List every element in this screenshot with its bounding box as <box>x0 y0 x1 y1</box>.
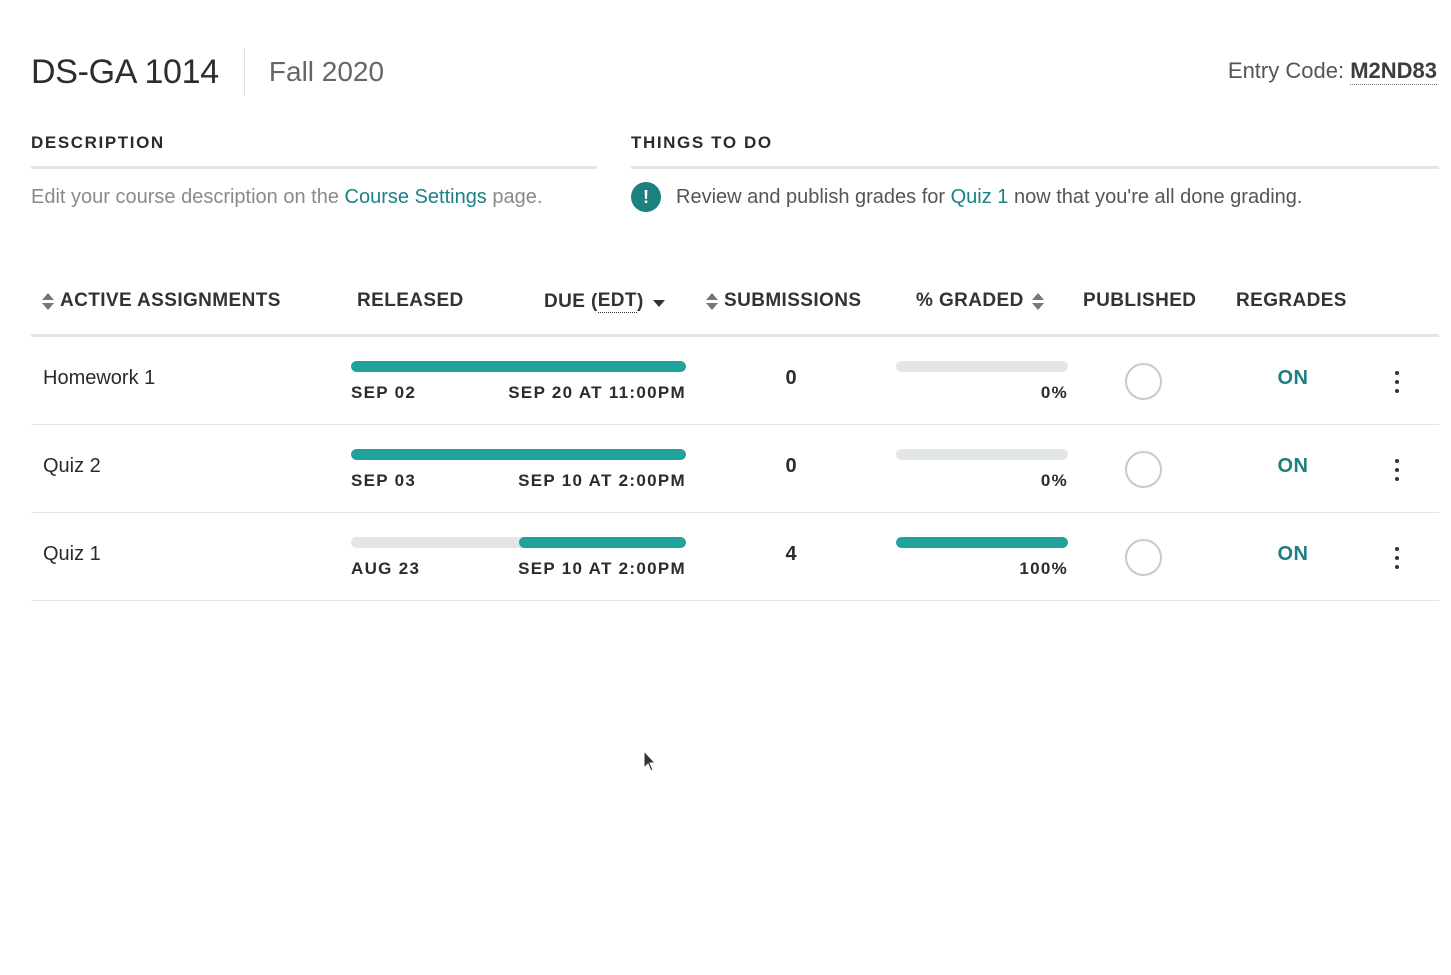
todo-text-after: now that you're all done grading. <box>1008 185 1303 208</box>
entry-code-value[interactable]: M2ND83 <box>1350 58 1437 85</box>
column-header-due[interactable]: DUE (EDT) <box>544 290 665 313</box>
todo-text: Review and publish grades for Quiz 1 now… <box>676 186 1302 209</box>
assignment-name[interactable]: Quiz 2 <box>43 455 101 478</box>
timeline-bar <box>351 537 686 548</box>
sort-desc-icon <box>652 299 665 307</box>
todo-rule <box>631 166 1439 169</box>
table-row[interactable]: Homework 1 SEP 02 SEP 20 AT 11:00PM 0 0%… <box>31 337 1439 425</box>
graded-progress-bar <box>896 449 1068 460</box>
graded-progress-fill <box>896 537 1068 548</box>
column-label-released: RELEASED <box>357 290 464 311</box>
submission-count[interactable]: 4 <box>771 543 811 566</box>
publish-toggle[interactable] <box>1125 539 1162 576</box>
sort-icon <box>1031 292 1044 310</box>
course-term: Fall 2020 <box>268 56 385 87</box>
timeline-bar-fill <box>351 361 686 372</box>
column-header-assignments[interactable]: ACTIVE ASSIGNMENTS <box>42 290 281 312</box>
publish-toggle[interactable] <box>1125 363 1162 400</box>
graded-progress-bar <box>896 361 1068 372</box>
course-header: DS-GA 1014 Fall 2020 <box>31 48 384 96</box>
column-label-due-prefix: DUE ( <box>544 290 598 312</box>
column-header-regrades: REGRADES <box>1236 290 1347 312</box>
more-options-icon[interactable] <box>1391 371 1403 393</box>
sort-icon <box>42 292 54 310</box>
quiz-1-link[interactable]: Quiz 1 <box>951 186 1009 208</box>
column-label-due-suffix: ) <box>636 290 644 312</box>
submission-count[interactable]: 0 <box>771 367 811 390</box>
regrades-toggle[interactable]: ON <box>1261 543 1325 566</box>
column-label-regrades: REGRADES <box>1236 290 1347 311</box>
graded-progress-bar <box>896 537 1068 548</box>
course-settings-link[interactable]: Course Settings <box>345 186 487 208</box>
column-label-assignments: ACTIVE ASSIGNMENTS <box>60 290 281 311</box>
timeline-bar <box>351 361 686 372</box>
description-title: DESCRIPTION <box>31 133 165 152</box>
todo-text-before: Review and publish grades for <box>676 185 951 208</box>
header-divider <box>243 48 245 96</box>
due-date: SEP 10 AT 2:00PM <box>518 471 686 490</box>
description-text: Edit your course description on the Cour… <box>31 186 542 209</box>
more-options-icon[interactable] <box>1391 459 1403 481</box>
publish-toggle[interactable] <box>1125 451 1162 488</box>
column-header-published: PUBLISHED <box>1083 290 1196 312</box>
more-options-icon[interactable] <box>1391 547 1403 569</box>
mouse-cursor-icon <box>643 750 657 772</box>
assignment-name[interactable]: Homework 1 <box>43 367 155 390</box>
column-label-submissions: SUBMISSIONS <box>724 290 862 311</box>
entry-code-block: Entry Code: M2ND83 <box>1227 58 1437 85</box>
graded-percent: 0% <box>1040 471 1068 490</box>
exclamation-icon: ! <box>631 182 661 212</box>
column-header-graded[interactable]: % GRADED <box>916 290 1044 312</box>
entry-code-label: Entry Code: <box>1227 58 1345 83</box>
regrades-toggle[interactable]: ON <box>1261 455 1325 478</box>
due-date: SEP 20 AT 11:00PM <box>508 383 686 402</box>
column-label-published: PUBLISHED <box>1083 290 1197 311</box>
todo-item: ! Review and publish grades for Quiz 1 n… <box>631 182 1302 212</box>
graded-percent: 100% <box>1019 559 1068 578</box>
due-date: SEP 10 AT 2:00PM <box>518 559 686 578</box>
sort-icon <box>706 292 718 310</box>
todo-title: THINGS TO DO <box>631 133 773 152</box>
timeline-bar <box>351 449 686 460</box>
regrades-toggle[interactable]: ON <box>1261 367 1325 390</box>
table-row[interactable]: Quiz 1 AUG 23 SEP 10 AT 2:00PM 4 100% ON <box>31 513 1439 601</box>
table-row[interactable]: Quiz 2 SEP 03 SEP 10 AT 2:00PM 0 0% ON <box>31 425 1439 513</box>
column-header-released: RELEASED <box>357 290 464 312</box>
column-label-due-timezone: EDT <box>597 290 637 313</box>
graded-percent: 0% <box>1040 383 1068 402</box>
assignment-name[interactable]: Quiz 1 <box>43 543 101 566</box>
description-text-before: Edit your course description on the <box>31 186 345 208</box>
submission-count[interactable]: 0 <box>771 455 811 478</box>
column-label-graded: % GRADED <box>916 290 1024 311</box>
description-text-after: page. <box>486 186 543 208</box>
timeline-bar-fill <box>518 537 686 548</box>
course-code: DS-GA 1014 <box>31 52 219 91</box>
timeline-bar-fill <box>351 449 686 460</box>
description-rule <box>31 166 597 169</box>
column-header-submissions[interactable]: SUBMISSIONS <box>706 290 861 312</box>
